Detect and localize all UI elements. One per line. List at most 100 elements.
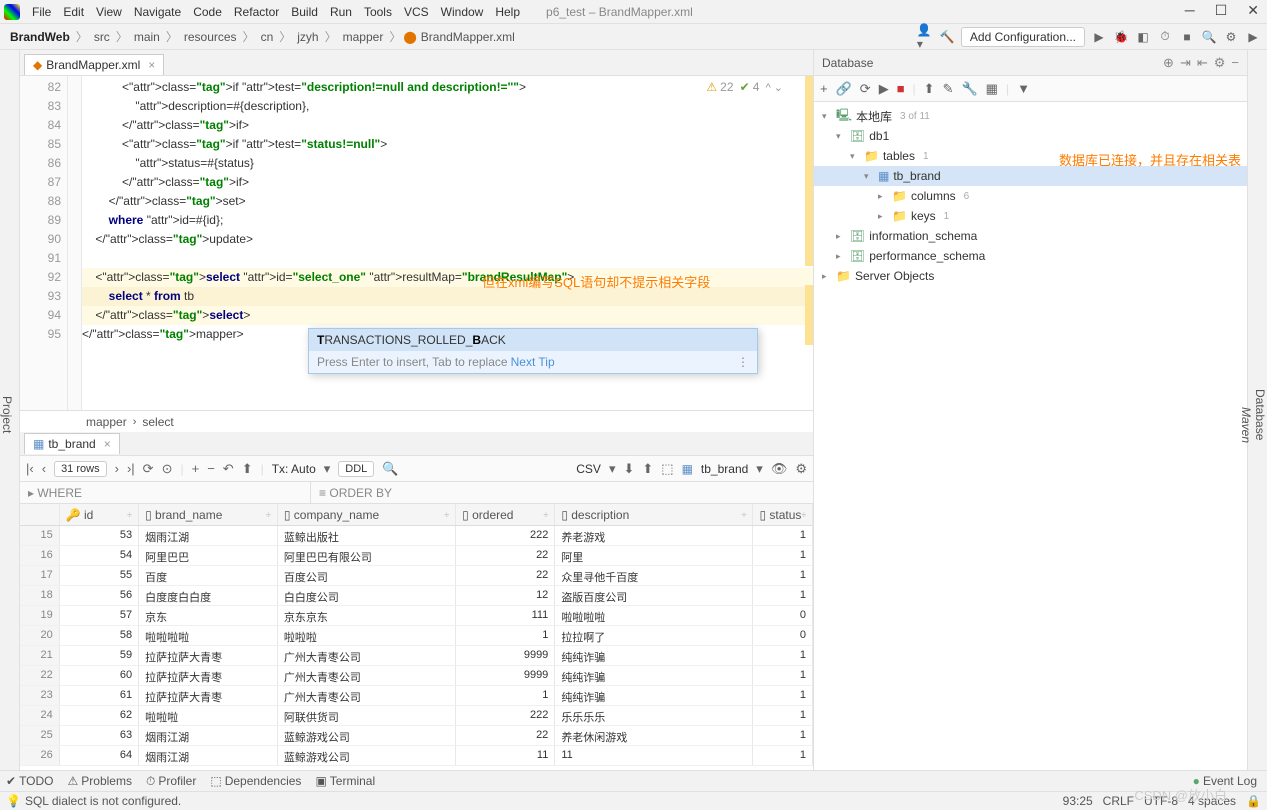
- gear-icon[interactable]: ⚙: [1214, 55, 1226, 71]
- tx-mode[interactable]: Tx: Auto: [272, 462, 316, 476]
- col-company-name[interactable]: ▯ company_name÷: [278, 504, 456, 525]
- crumb-cn[interactable]: cn: [257, 30, 278, 44]
- menu-code[interactable]: Code: [187, 5, 228, 19]
- hammer-icon[interactable]: 🔨: [939, 29, 955, 45]
- bulb-icon[interactable]: 💡: [6, 794, 21, 808]
- tab-profiler[interactable]: ⏱ Profiler: [146, 774, 196, 789]
- menu-vcs[interactable]: VCS: [398, 5, 435, 19]
- tree-node-tb-brand[interactable]: ▾▦ tb_brand: [814, 166, 1247, 186]
- inspection-summary[interactable]: ⚠ 22 ✔ 4 ^ ⌄: [706, 80, 783, 94]
- tab-close-icon[interactable]: ×: [148, 58, 155, 72]
- line-separator[interactable]: CRLF: [1103, 794, 1134, 808]
- col-status[interactable]: ▯ status÷: [753, 504, 813, 525]
- wrench-icon[interactable]: 🔧: [961, 81, 977, 97]
- revert-icon[interactable]: ↶: [223, 461, 234, 477]
- menu-view[interactable]: View: [90, 5, 128, 19]
- completion-popup[interactable]: TRANSACTIONS_ROLLED_BACK Press Enter to …: [308, 328, 758, 374]
- target-icon[interactable]: ⊕: [1163, 55, 1174, 71]
- menu-run[interactable]: Run: [324, 5, 358, 19]
- tab-dependencies[interactable]: ⬚ Dependencies: [210, 774, 301, 788]
- next-tip-link[interactable]: Next Tip: [511, 355, 555, 369]
- stop-icon[interactable]: ■: [1179, 29, 1195, 45]
- history-icon[interactable]: ⊙: [162, 461, 173, 477]
- refresh-icon[interactable]: ⟳: [860, 81, 871, 97]
- table-row[interactable]: 1553烟雨江湖蓝鲸出版社222养老游戏1: [20, 526, 813, 546]
- console-icon[interactable]: ▦: [986, 81, 998, 97]
- tab-brandmapper[interactable]: ◆ BrandMapper.xml ×: [24, 54, 164, 75]
- menu-refactor[interactable]: Refactor: [228, 5, 285, 19]
- col-id[interactable]: 🔑 id÷: [60, 504, 139, 525]
- table-row[interactable]: 1957京东京东京东111啦啦啦啦0: [20, 606, 813, 626]
- tab-tb-brand[interactable]: ▦ tb_brand ×: [24, 433, 120, 454]
- last-page-icon[interactable]: ›|: [127, 461, 135, 476]
- table-row[interactable]: 1856白度度白白度白白度公司12盗版百度公司1: [20, 586, 813, 606]
- col-description[interactable]: ▯ description÷: [555, 504, 753, 525]
- close-icon[interactable]: ✕: [1247, 2, 1259, 19]
- gear-icon[interactable]: ⚙: [795, 461, 807, 477]
- col-ordered[interactable]: ▯ ordered÷: [456, 504, 555, 525]
- hide-icon[interactable]: −: [1231, 55, 1239, 70]
- menu-build[interactable]: Build: [285, 5, 324, 19]
- crumb-file[interactable]: BrandMapper.xml: [417, 30, 519, 44]
- diagram-icon[interactable]: ⬚: [661, 461, 673, 477]
- caret-position[interactable]: 93:25: [1063, 794, 1093, 808]
- tab-todo[interactable]: ✔ TODO: [6, 774, 54, 788]
- right-tool-strip[interactable]: Database Maven: [1247, 50, 1267, 770]
- crumb-resources[interactable]: resources: [180, 30, 241, 44]
- add-configuration-button[interactable]: Add Configuration...: [961, 27, 1085, 47]
- completion-item[interactable]: TRANSACTIONS_ROLLED_BACK: [317, 333, 506, 347]
- view-icon[interactable]: 👁: [771, 461, 788, 477]
- menu-navigate[interactable]: Navigate: [128, 5, 187, 19]
- menu-tools[interactable]: Tools: [358, 5, 398, 19]
- col-brand-name[interactable]: ▯ brand_name÷: [139, 504, 278, 525]
- tab-close-icon[interactable]: ×: [104, 437, 111, 451]
- menu-window[interactable]: Window: [435, 5, 490, 19]
- crumb-main[interactable]: main: [130, 30, 164, 44]
- next-page-icon[interactable]: ›: [115, 461, 119, 476]
- prev-page-icon[interactable]: ‹: [42, 461, 46, 476]
- table-row[interactable]: 2260拉萨拉萨大青枣广州大青枣公司9999纯纯诈骗1: [20, 666, 813, 686]
- execute-icon[interactable]: ▶: [1245, 29, 1261, 45]
- expand-icon[interactable]: ⇤: [1197, 55, 1208, 71]
- crumb-mapper[interactable]: mapper: [339, 30, 388, 44]
- tab-terminal[interactable]: ▣ Terminal: [315, 774, 375, 788]
- search-icon[interactable]: 🔍: [1201, 29, 1217, 45]
- menu-edit[interactable]: Edit: [57, 5, 90, 19]
- run-icon[interactable]: ▶: [879, 81, 889, 97]
- table-row[interactable]: 2462啦啦啦阿联供货司222乐乐乐乐1: [20, 706, 813, 726]
- table-selector[interactable]: tb_brand: [701, 462, 748, 476]
- row-count[interactable]: 31 rows: [54, 461, 107, 477]
- commit-icon[interactable]: ⬆: [242, 461, 253, 477]
- menu-help[interactable]: Help: [489, 5, 526, 19]
- settings-icon[interactable]: ⚙: [1223, 29, 1239, 45]
- fold-gutter[interactable]: [68, 76, 82, 410]
- menu-file[interactable]: File: [26, 5, 57, 19]
- delete-row-icon[interactable]: −: [207, 461, 215, 476]
- code-editor[interactable]: 8283848586878889909192939495 ⚠ 22 ✔ 4 ^ …: [20, 76, 813, 410]
- code-area[interactable]: ⚠ 22 ✔ 4 ^ ⌄ 但在xml编写SQL语句却不提示相关字段 TRANSA…: [82, 76, 813, 410]
- table-row[interactable]: 2361拉萨拉萨大青枣广州大青枣公司1纯纯诈骗1: [20, 686, 813, 706]
- lock-icon[interactable]: 🔒: [1246, 794, 1261, 808]
- where-label[interactable]: WHERE: [37, 486, 82, 500]
- upload-icon[interactable]: ⬆: [924, 81, 935, 97]
- stop-icon[interactable]: ■: [897, 81, 905, 96]
- download-icon[interactable]: ⬇: [623, 461, 634, 477]
- upload-icon[interactable]: ⬆: [642, 461, 653, 477]
- crumb-project[interactable]: BrandWeb: [6, 30, 74, 44]
- run-icon[interactable]: ▶: [1091, 29, 1107, 45]
- link-icon[interactable]: 🔗: [836, 81, 852, 97]
- tab-problems[interactable]: ⚠ Problems: [68, 774, 132, 788]
- search-icon[interactable]: 🔍: [382, 461, 398, 477]
- coverage-icon[interactable]: ◧: [1135, 29, 1151, 45]
- code-breadcrumb[interactable]: mapper › select: [20, 410, 813, 432]
- debug-icon[interactable]: 🐞: [1113, 29, 1129, 45]
- table-row[interactable]: 2664烟雨江湖蓝鲸游戏公司11111: [20, 746, 813, 766]
- collapse-icon[interactable]: ⇥: [1180, 55, 1191, 71]
- maximize-icon[interactable]: ☐: [1215, 2, 1228, 19]
- orderby-label[interactable]: ORDER BY: [329, 486, 392, 500]
- crumb-jzyh[interactable]: jzyh: [293, 30, 322, 44]
- database-tree[interactable]: 数据库已连接，并且存在相关表 ▾🖳 本地库 3 of 11 ▾🗄 db1 ▾📁 …: [814, 102, 1247, 770]
- crumb-src[interactable]: src: [90, 30, 114, 44]
- add-row-icon[interactable]: +: [192, 461, 200, 476]
- ddl-button[interactable]: DDL: [338, 461, 374, 477]
